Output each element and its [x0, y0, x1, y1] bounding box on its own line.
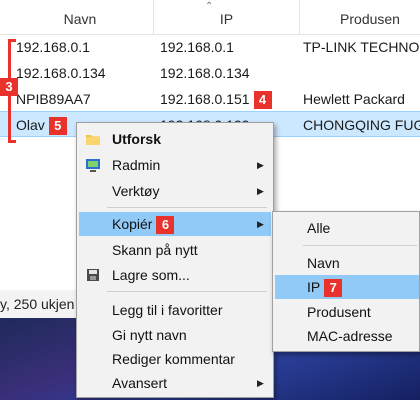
annotation-badge-7: 7	[324, 279, 343, 298]
menu-item-label: Navn	[307, 255, 340, 271]
menu-item-label: Skann på nytt	[112, 242, 198, 258]
cell-ip-wrap: 192.168.0.151 4	[160, 86, 272, 112]
menu-item-label: Alle	[307, 220, 331, 236]
annotation-badge-4: 4	[253, 91, 272, 110]
annotation-badge-6: 6	[156, 216, 175, 235]
annotation-badge-5: 5	[48, 117, 67, 136]
submenu-item-mac[interactable]: MAC-adresse	[275, 324, 419, 348]
submenu-arrow-icon: ▶	[257, 219, 264, 229]
menu-item-label: Legg til i favoritter	[112, 302, 223, 318]
submenu-arrow-icon: ▶	[257, 186, 264, 196]
menu-item-skann[interactable]: Skann på nytt	[79, 238, 271, 262]
status-bar: y, 250 ukjen	[0, 290, 80, 318]
menu-divider	[303, 245, 417, 246]
menu-item-label: Rediger kommentar	[112, 351, 235, 367]
annotation-badge-3: 3	[0, 78, 18, 96]
menu-item-avansert[interactable]: Avansert ▶	[79, 371, 271, 395]
cell-name: NPIB89AA7	[16, 91, 91, 107]
menu-item-lagre[interactable]: Lagre som...	[79, 263, 271, 287]
menu-item-rediger-kommentar[interactable]: Rediger kommentar	[79, 347, 271, 371]
header-ip[interactable]: IP	[154, 0, 299, 34]
cell-vendor: Hewlett Packard	[303, 91, 405, 107]
cell-name-wrap: Olav 5	[16, 112, 67, 138]
cell-ip: 192.168.0.151	[160, 91, 250, 107]
cell-ip: 192.168.0.1	[160, 39, 234, 55]
save-disk-icon	[87, 269, 99, 281]
menu-item-verktoy[interactable]: Verktøy ▶	[79, 179, 271, 203]
submenu-item-produsent[interactable]: Produsent	[275, 300, 419, 324]
menu-item-label: Kopiér	[112, 216, 153, 232]
menu-divider	[107, 291, 267, 292]
menu-item-label: MAC-adresse	[307, 328, 393, 344]
folder-icon	[86, 135, 100, 145]
menu-item-gi-nytt-navn[interactable]: Gi nytt navn	[79, 323, 271, 347]
table-row[interactable]: 192.168.0.1 192.168.0.1 TP-LINK TECHNO	[0, 34, 420, 60]
column-header: ⌃ Navn IP Produsen	[0, 0, 420, 35]
cell-name: 192.168.0.134	[16, 65, 106, 81]
menu-item-label: Lagre som...	[112, 267, 190, 283]
menu-item-radmin[interactable]: Radmin ▶	[79, 153, 271, 177]
menu-item-label: IP	[307, 279, 321, 295]
header-vendor[interactable]: Produsen	[300, 0, 420, 34]
menu-item-label: Avansert	[112, 375, 167, 391]
submenu-item-navn[interactable]: Navn	[275, 251, 419, 275]
submenu-item-alle[interactable]: Alle	[275, 216, 419, 240]
table-row[interactable]: NPIB89AA7 192.168.0.151 4 Hewlett Packard	[0, 86, 420, 112]
menu-item-kopier[interactable]: Kopiér 6 ▶	[79, 212, 271, 236]
menu-item-label-wrap: Kopiér 6	[112, 212, 175, 236]
header-name[interactable]: Navn	[0, 0, 160, 34]
table-row[interactable]: 192.168.0.134 192.168.0.134	[0, 60, 420, 86]
menu-item-label: Gi nytt navn	[112, 327, 187, 343]
cell-vendor: CHONGQING FUG	[303, 117, 420, 133]
submenu-arrow-icon: ▶	[257, 378, 264, 388]
menu-item-utforsk[interactable]: Utforsk	[79, 127, 271, 151]
cell-ip: 192.168.0.134	[160, 65, 250, 81]
cell-vendor: TP-LINK TECHNO	[303, 39, 420, 55]
copy-submenu: Alle Navn IP 7 Produsent MAC-adresse	[272, 211, 420, 352]
menu-item-favoritter[interactable]: Legg til i favoritter	[79, 298, 271, 322]
cell-name: Olav	[16, 117, 45, 133]
radmin-icon	[86, 159, 100, 172]
menu-item-label: Utforsk	[112, 131, 162, 147]
menu-item-label: Radmin	[112, 157, 161, 173]
submenu-arrow-icon: ▶	[257, 160, 264, 170]
menu-item-label: Produsent	[307, 304, 371, 320]
menu-item-label-wrap: IP 7	[307, 275, 343, 299]
menu-item-label: Verktøy	[112, 183, 160, 199]
status-text: y, 250 ukjen	[0, 296, 75, 312]
submenu-item-ip[interactable]: IP 7	[275, 275, 419, 299]
menu-divider	[107, 207, 267, 208]
cell-name: 192.168.0.1	[16, 39, 90, 55]
context-menu: Utforsk Radmin ▶ Verktøy ▶ Kopiér 6 ▶ Ska…	[76, 122, 274, 398]
